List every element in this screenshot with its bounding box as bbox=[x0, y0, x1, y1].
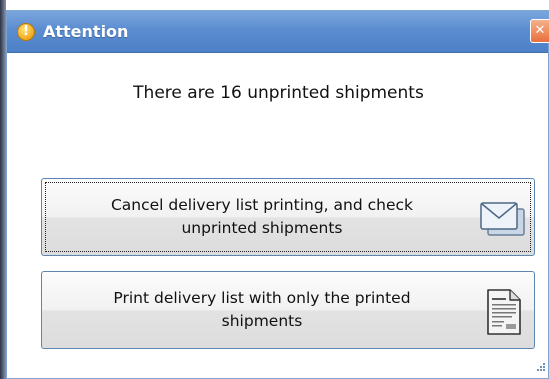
dialog-titlebar[interactable]: ! Attention ✕ bbox=[7, 11, 549, 53]
warning-icon: ! bbox=[17, 23, 35, 41]
cancel-printing-label-line2: unprinted shipments bbox=[181, 219, 343, 237]
close-icon: ✕ bbox=[534, 23, 546, 38]
resize-grip-icon[interactable] bbox=[536, 362, 546, 372]
close-button[interactable]: ✕ bbox=[530, 19, 549, 43]
cancel-printing-label-line1: Cancel delivery list printing, and check bbox=[110, 196, 413, 214]
attention-dialog: ! Attention ✕ There are 16 unprinted shi… bbox=[6, 10, 549, 379]
cancel-printing-label: Cancel delivery list printing, and check… bbox=[62, 179, 462, 255]
dialog-title: Attention bbox=[43, 22, 129, 41]
document-icon bbox=[487, 289, 521, 335]
cancel-printing-button[interactable]: Cancel delivery list printing, and check… bbox=[41, 178, 535, 256]
print-printed-only-label: Print delivery list with only the printe… bbox=[62, 272, 462, 348]
print-printed-only-button[interactable]: Print delivery list with only the printe… bbox=[41, 271, 535, 349]
print-printed-only-label-line2: shipments bbox=[221, 312, 303, 330]
print-printed-only-label-line1: Print delivery list with only the printe… bbox=[113, 289, 411, 307]
dialog-message: There are 16 unprinted shipments bbox=[133, 83, 424, 103]
envelope-icon bbox=[480, 202, 525, 236]
